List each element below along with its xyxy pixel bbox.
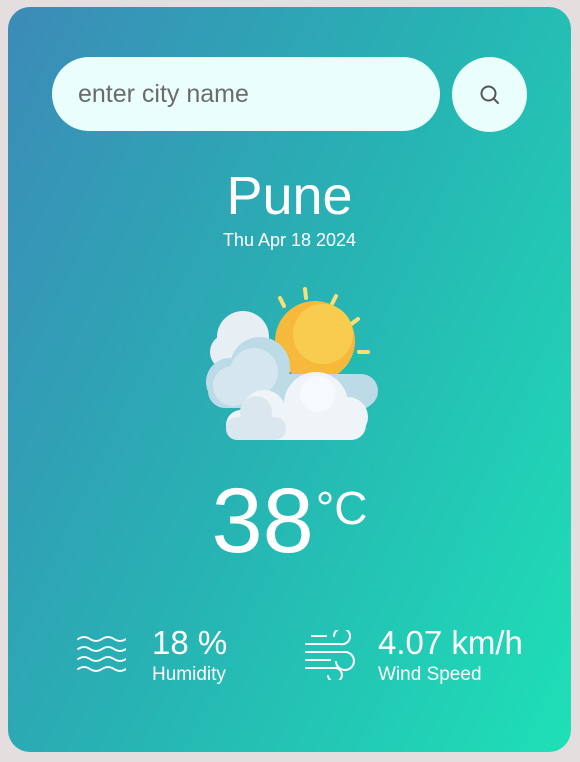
humidity-waves-icon — [77, 636, 126, 672]
temperature-display: 38 °C — [8, 473, 571, 569]
search-button[interactable] — [452, 57, 527, 132]
current-date: Thu Apr 18 2024 — [222, 230, 357, 250]
search-input[interactable] — [52, 57, 440, 131]
wind-speed-label: Wind Speed — [378, 664, 482, 685]
city-name: Pune — [226, 166, 353, 226]
humidity-label: Humidity — [152, 664, 226, 685]
wind-detail: 4.07 km/h Wind Speed — [304, 624, 523, 686]
weather-card: Pune Thu Apr 18 2024 — [8, 7, 571, 752]
humidity-detail: 18 % Humidity — [76, 624, 227, 686]
wind-icon — [305, 630, 355, 680]
humidity-value: 18 % — [152, 624, 228, 661]
search-icon — [480, 85, 499, 104]
partly-cloudy-sun-icon — [206, 287, 378, 440]
temperature-value: 38 — [211, 470, 314, 572]
wind-speed-value: 4.07 km/h — [378, 624, 523, 661]
temperature-unit: °C — [315, 482, 368, 534]
